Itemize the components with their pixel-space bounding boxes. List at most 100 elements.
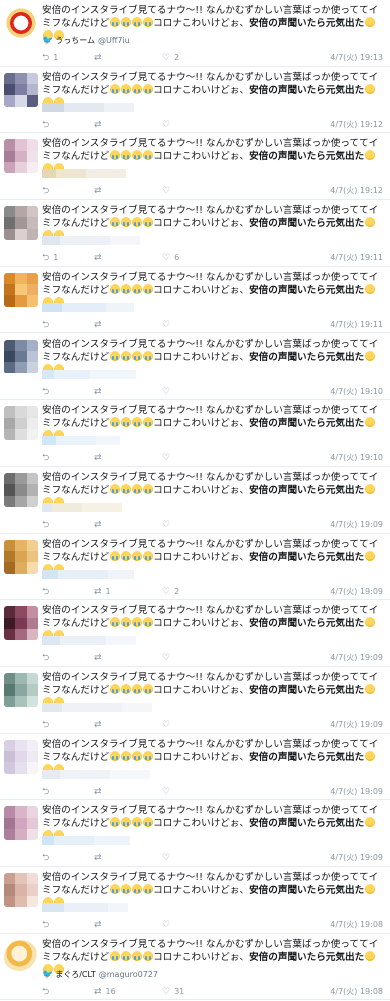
tweet-item[interactable]: 安倍のインスタライブ見てるナウ〜!! なんかむずかしい言葉ばっか使っててイミフな… (0, 67, 390, 134)
tweet-timestamp[interactable]: 4/7(火) 19:08 (330, 986, 383, 998)
tweet-timestamp[interactable]: 4/7(火) 19:10 (330, 386, 383, 398)
retweet-button[interactable]: ⇄ (94, 519, 106, 531)
tweet-user[interactable]: 🐦 まぐろ/CLT @maguro0727 (42, 969, 158, 981)
like-button[interactable]: ♡ 2 (162, 586, 179, 598)
reply-button[interactable]: ⮌ (42, 719, 53, 731)
retweet-button[interactable]: ⇄ (94, 386, 106, 398)
avatar[interactable] (4, 939, 38, 974)
tweet-timestamp[interactable]: 4/7(火) 19:12 (330, 185, 383, 197)
tweet-timestamp[interactable]: 4/7(火) 19:09 (330, 786, 383, 798)
tweet-timestamp[interactable]: 4/7(火) 19:09 (330, 719, 383, 731)
tweet-item[interactable]: 安倍のインスタライブ見てるナウ〜!! なんかむずかしい言葉ばっか使っててイミフな… (0, 734, 390, 801)
like-count: 31 (174, 986, 185, 996)
like-button[interactable]: ♡ (162, 119, 174, 131)
tweet-timestamp[interactable]: 4/7(火) 19:11 (330, 319, 383, 331)
tweet-item[interactable]: 安倍のインスタライブ見てるナウ〜!! なんかむずかしい言葉ばっか使っててイミフな… (0, 334, 390, 401)
like-button[interactable]: ♡ (162, 386, 174, 398)
tweet-item[interactable]: 安倍のインスタライブ見てるナウ〜!! なんかむずかしい言葉ばっか使っててイミフな… (0, 934, 390, 1001)
retweet-button[interactable]: ⇄ (94, 52, 106, 64)
tweet-user[interactable]: 🐦 うっちーム @Uff7iu (42, 35, 130, 47)
retweet-button[interactable]: ⇄ 1 (94, 586, 111, 598)
reply-button[interactable]: ⮌ (42, 852, 53, 864)
user-handle[interactable]: @Uff7iu (98, 36, 130, 45)
retweet-button[interactable]: ⇄ (94, 719, 106, 731)
like-button[interactable]: ♡ (162, 719, 174, 731)
reply-button[interactable]: ⮌ (42, 319, 53, 331)
tweet-timestamp[interactable]: 4/7(火) 19:09 (330, 852, 383, 864)
like-button[interactable]: ♡ (162, 452, 174, 464)
like-button[interactable]: ♡ 31 (162, 986, 184, 998)
like-button[interactable]: ♡ (162, 919, 174, 931)
retweet-button[interactable]: ⇄ (94, 185, 106, 197)
retweet-button[interactable]: ⇄ (94, 252, 106, 264)
user-display-name[interactable]: まぐろ/CLT (55, 970, 96, 979)
tweet-timestamp[interactable]: 4/7(火) 19:08 (330, 919, 383, 931)
avatar-pixel (26, 495, 38, 507)
tweet-item[interactable]: 安倍のインスタライブ見てるナウ〜!! なんかむずかしい言葉ばっか使っててイミフな… (0, 867, 390, 934)
user-display-name[interactable]: うっちーム (55, 36, 95, 45)
tweet-item[interactable]: 安倍のインスタライブ見てるナウ〜!! なんかむずかしい言葉ばっか使っててイミフな… (0, 200, 390, 267)
avatar-pixelated[interactable] (4, 272, 38, 307)
tweet-item[interactable]: 安倍のインスタライブ見てるナウ〜!! なんかむずかしい言葉ばっか使っててイミフな… (0, 667, 390, 734)
avatar-pixelated[interactable] (4, 139, 38, 174)
avatar-pixelated[interactable] (4, 806, 38, 841)
reply-button[interactable]: ⮌ 1 (42, 52, 58, 64)
tweet-item[interactable]: 安倍のインスタライブ見てるナウ〜!! なんかむずかしい言葉ばっか使っててイミフな… (0, 0, 390, 67)
avatar[interactable] (4, 6, 38, 40)
avatar-pixelated[interactable] (4, 472, 38, 507)
reply-button[interactable]: ⮌ (42, 652, 53, 664)
tweet-item[interactable]: 安倍のインスタライブ見てるナウ〜!! なんかむずかしい言葉ばっか使っててイミフな… (0, 534, 390, 601)
retweet-button[interactable]: ⇄ (94, 852, 106, 864)
tweet-timestamp[interactable]: 4/7(火) 19:10 (330, 452, 383, 464)
avatar-pixelated[interactable] (4, 206, 38, 241)
tweet-timestamp[interactable]: 4/7(火) 19:13 (330, 52, 383, 64)
tweet-item[interactable]: 安倍のインスタライブ見てるナウ〜!! なんかむずかしい言葉ばっか使っててイミフな… (0, 400, 390, 467)
retweet-button[interactable]: ⇄ (94, 119, 106, 131)
reply-button[interactable]: ⮌ (42, 386, 53, 398)
avatar-pixelated[interactable] (4, 873, 38, 908)
avatar-pixelated[interactable] (4, 539, 38, 574)
tweet-item[interactable]: 安倍のインスタライブ見てるナウ〜!! なんかむずかしい言葉ばっか使っててイミフな… (0, 600, 390, 667)
avatar-pixelated[interactable] (4, 673, 38, 707)
avatar-pixelated[interactable] (4, 339, 38, 374)
reply-button[interactable]: ⮌ (42, 586, 53, 598)
retweet-button[interactable]: ⇄ (94, 786, 106, 798)
tweet-timestamp[interactable]: 4/7(火) 19:09 (330, 519, 383, 531)
tweet-timestamp[interactable]: 4/7(火) 19:12 (330, 119, 383, 131)
tweet-item[interactable]: 安倍のインスタライブ見てるナウ〜!! なんかむずかしい言葉ばっか使っててイミフな… (0, 467, 390, 534)
like-button[interactable]: ♡ (162, 185, 174, 197)
tweet-item[interactable]: 安倍のインスタライブ見てるナウ〜!! なんかむずかしい言葉ばっか使っててイミフな… (0, 800, 390, 868)
reply-button[interactable]: ⮌ (42, 919, 53, 931)
like-button[interactable]: ♡ (162, 852, 174, 864)
crying-face-emoji-icon (142, 483, 153, 494)
like-button[interactable]: ♡ (162, 652, 174, 664)
reply-button[interactable]: ⮌ (42, 986, 53, 998)
avatar-pixelated[interactable] (4, 739, 38, 774)
tweet-timestamp[interactable]: 4/7(火) 19:11 (330, 252, 383, 264)
like-button[interactable]: ♡ 6 (162, 252, 179, 264)
user-handle[interactable]: @maguro0727 (99, 970, 158, 979)
avatar-pixelated[interactable] (4, 72, 38, 107)
reply-button[interactable]: ⮌ (42, 185, 53, 197)
retweet-button[interactable]: ⇄ (94, 452, 106, 464)
avatar-pixelated[interactable] (4, 406, 38, 441)
like-button[interactable]: ♡ (162, 519, 174, 531)
retweet-button[interactable]: ⇄ 16 (94, 986, 116, 998)
tweet-item[interactable]: 安倍のインスタライブ見てるナウ〜!! なんかむずかしい言葉ばっか使っててイミフな… (0, 267, 390, 334)
like-button[interactable]: ♡ (162, 786, 174, 798)
reply-button[interactable]: ⮌ (42, 786, 53, 798)
reply-button[interactable]: ⮌ (42, 119, 53, 131)
avatar-pixelated[interactable] (4, 606, 38, 641)
reply-button[interactable]: ⮌ 1 (42, 252, 58, 264)
tweet-item[interactable]: 安倍のインスタライブ見てるナウ〜!! なんかむずかしい言葉ばっか使っててイミフな… (0, 133, 390, 201)
tweet-timestamp[interactable]: 4/7(火) 19:09 (330, 586, 383, 598)
heart-icon: ♡ (162, 720, 171, 730)
retweet-button[interactable]: ⇄ (94, 919, 106, 931)
like-button[interactable]: ♡ (162, 319, 174, 331)
reply-button[interactable]: ⮌ (42, 519, 53, 531)
retweet-button[interactable]: ⇄ (94, 652, 106, 664)
tweet-timestamp[interactable]: 4/7(火) 19:09 (330, 652, 383, 664)
reply-button[interactable]: ⮌ (42, 452, 53, 464)
like-button[interactable]: ♡ 2 (162, 52, 179, 64)
retweet-button[interactable]: ⇄ (94, 319, 106, 331)
